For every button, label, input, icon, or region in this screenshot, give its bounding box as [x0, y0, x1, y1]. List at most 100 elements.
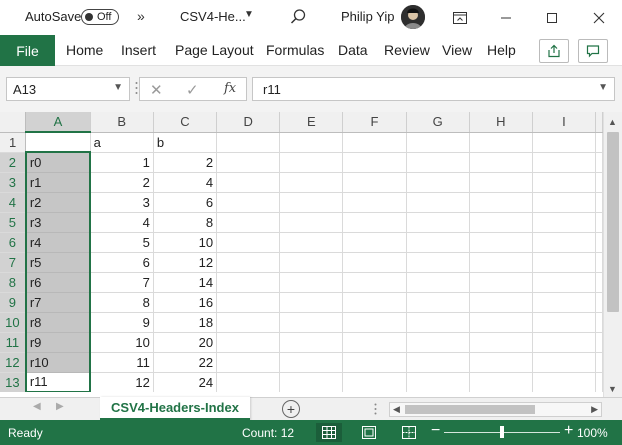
cell-a7[interactable]: r5 — [24, 252, 92, 273]
cell-overflow[interactable] — [595, 152, 603, 173]
cell-g9[interactable] — [406, 292, 470, 313]
cell-g3[interactable] — [406, 172, 470, 193]
cell-h5[interactable] — [469, 212, 533, 233]
cell-b8[interactable]: 7 — [90, 272, 154, 293]
column-header-b[interactable]: B — [90, 112, 154, 133]
cell-b7[interactable]: 6 — [90, 252, 154, 273]
cell-h10[interactable] — [469, 312, 533, 333]
cell-a10[interactable]: r8 — [24, 312, 92, 333]
cell-h8[interactable] — [469, 272, 533, 293]
cell-i7[interactable] — [532, 252, 597, 273]
row-header[interactable]: 7 — [0, 252, 27, 273]
cell-overflow[interactable] — [595, 252, 603, 273]
cell-e10[interactable] — [279, 312, 344, 333]
tab-help[interactable]: Help — [487, 42, 516, 58]
cell-overflow[interactable] — [595, 352, 603, 373]
cell-d12[interactable] — [216, 352, 281, 373]
status-count[interactable]: Count: 12 — [242, 426, 294, 440]
page-layout-view-button[interactable] — [356, 423, 382, 442]
cell-f9[interactable] — [342, 292, 407, 313]
sheet-tab-active[interactable]: CSV4-Headers-Index — [100, 397, 250, 421]
column-header-d[interactable]: D — [216, 112, 281, 133]
cell-f10[interactable] — [342, 312, 407, 333]
cell-a3[interactable]: r1 — [24, 172, 92, 193]
cell-b11[interactable]: 10 — [90, 332, 154, 353]
cell-g10[interactable] — [406, 312, 470, 333]
next-sheet-icon[interactable]: ▶ — [56, 401, 64, 412]
cell-g6[interactable] — [406, 232, 470, 253]
vertical-scroll-thumb[interactable] — [607, 132, 619, 312]
cell-b1[interactable]: a — [90, 132, 154, 153]
avatar[interactable] — [401, 5, 425, 29]
cell-f6[interactable] — [342, 232, 407, 253]
cell-b9[interactable]: 8 — [90, 292, 154, 313]
tab-file[interactable]: File — [0, 35, 55, 66]
cell-c12[interactable]: 22 — [153, 352, 218, 373]
cell-g5[interactable] — [406, 212, 470, 233]
cell-d4[interactable] — [216, 192, 281, 213]
row-header[interactable]: 1 — [0, 132, 27, 153]
row-header[interactable]: 13 — [0, 372, 27, 392]
column-header-i[interactable]: I — [532, 112, 597, 133]
ribbon-display-options-button[interactable] — [437, 0, 483, 35]
splitter-dots-icon[interactable] — [135, 80, 138, 96]
column-header-overflow[interactable] — [595, 112, 603, 133]
cell-c3[interactable]: 4 — [153, 172, 218, 193]
insert-function-button[interactable]: fx — [224, 81, 236, 96]
cell-overflow[interactable] — [595, 312, 603, 333]
cell-a8[interactable]: r6 — [24, 272, 92, 293]
select-all-corner[interactable] — [0, 112, 27, 133]
cell-b12[interactable]: 11 — [90, 352, 154, 373]
row-header[interactable]: 8 — [0, 272, 27, 293]
cell-f8[interactable] — [342, 272, 407, 293]
row-header[interactable]: 2 — [0, 152, 27, 173]
cell-f13[interactable] — [342, 372, 407, 392]
cell-f5[interactable] — [342, 212, 407, 233]
row-header[interactable]: 9 — [0, 292, 27, 313]
tab-view[interactable]: View — [442, 42, 472, 58]
cell-i5[interactable] — [532, 212, 597, 233]
cell-c2[interactable]: 2 — [153, 152, 218, 173]
cell-e12[interactable] — [279, 352, 344, 373]
cell-f2[interactable] — [342, 152, 407, 173]
quick-access-more-button[interactable]: » — [137, 8, 145, 24]
cell-overflow[interactable] — [595, 192, 603, 213]
add-sheet-button[interactable]: + — [282, 400, 300, 418]
cell-b6[interactable]: 5 — [90, 232, 154, 253]
cell-b3[interactable]: 2 — [90, 172, 154, 193]
tab-page-layout[interactable]: Page Layout — [175, 42, 254, 58]
cell-c13[interactable]: 24 — [153, 372, 218, 392]
tab-data[interactable]: Data — [338, 42, 368, 58]
column-header-g[interactable]: G — [406, 112, 470, 133]
cell-i2[interactable] — [532, 152, 597, 173]
cell-b5[interactable]: 4 — [90, 212, 154, 233]
cell-e4[interactable] — [279, 192, 344, 213]
row-header[interactable]: 3 — [0, 172, 27, 193]
search-icon[interactable] — [289, 8, 307, 26]
cell-d5[interactable] — [216, 212, 281, 233]
cell-a6[interactable]: r4 — [24, 232, 92, 253]
cell-g4[interactable] — [406, 192, 470, 213]
cell-c6[interactable]: 10 — [153, 232, 218, 253]
cell-c5[interactable]: 8 — [153, 212, 218, 233]
user-name[interactable]: Philip Yip — [341, 9, 394, 24]
cell-i3[interactable] — [532, 172, 597, 193]
cell-b2[interactable]: 1 — [90, 152, 154, 173]
cell-g12[interactable] — [406, 352, 470, 373]
row-header[interactable]: 5 — [0, 212, 27, 233]
cell-i8[interactable] — [532, 272, 597, 293]
row-header[interactable]: 4 — [0, 192, 27, 213]
cell-i6[interactable] — [532, 232, 597, 253]
cell-a12[interactable]: r10 — [24, 352, 92, 373]
cell-d2[interactable] — [216, 152, 281, 173]
share-button[interactable] — [539, 39, 569, 63]
horizontal-scroll-thumb[interactable] — [405, 405, 535, 414]
cell-c4[interactable]: 6 — [153, 192, 218, 213]
comments-button[interactable] — [578, 39, 608, 63]
tab-splitter-icon[interactable] — [374, 402, 377, 416]
cell-overflow[interactable] — [595, 232, 603, 253]
cell-d10[interactable] — [216, 312, 281, 333]
cell-h2[interactable] — [469, 152, 533, 173]
maximize-button[interactable] — [529, 0, 575, 35]
name-box[interactable]: A13 ▼ — [6, 77, 130, 101]
